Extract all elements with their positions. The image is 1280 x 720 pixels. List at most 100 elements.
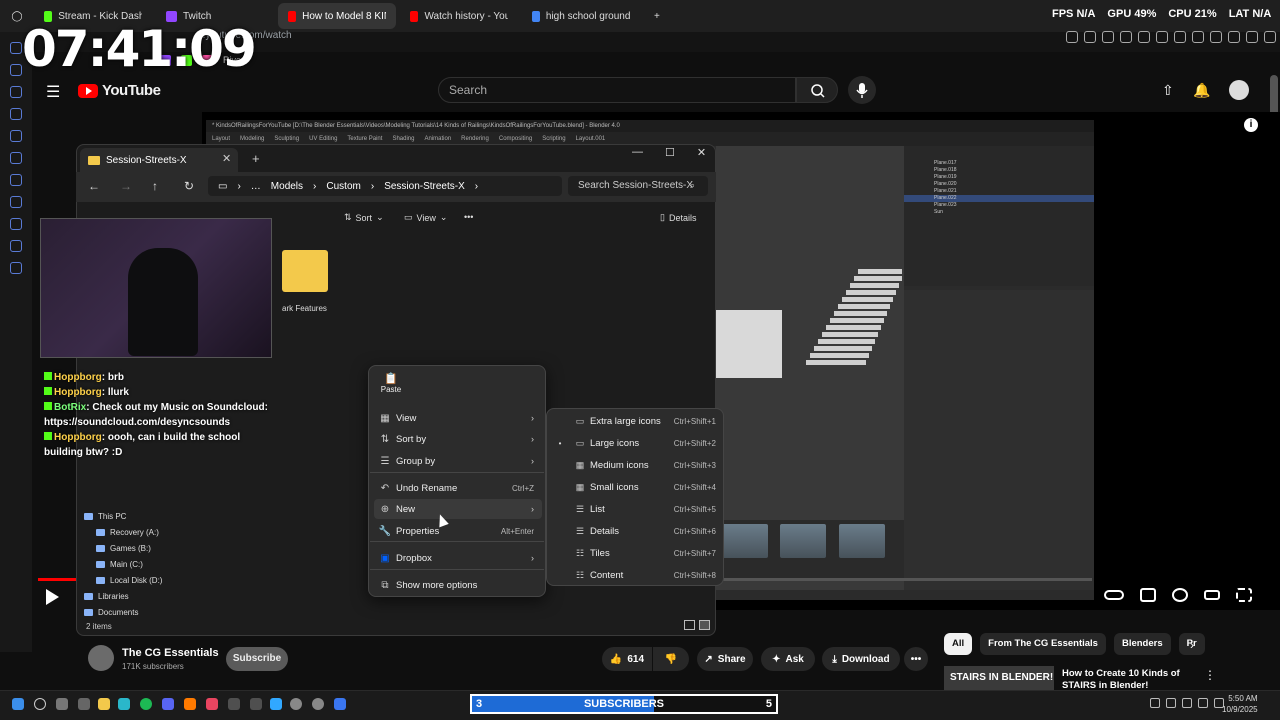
extension-icon[interactable] (1174, 31, 1186, 43)
maximize-icon[interactable]: ☐ (665, 146, 675, 159)
view-option[interactable]: ☰ Details Ctrl+Shift+6 (550, 521, 720, 541)
browser-tab[interactable]: Watch history - YouTube (400, 3, 518, 29)
volume-icon[interactable] (1198, 698, 1208, 708)
tray-icon[interactable] (1150, 698, 1160, 708)
extension-icon[interactable] (1066, 31, 1078, 43)
rail-icon[interactable] (10, 108, 22, 120)
search-button[interactable] (796, 77, 838, 103)
app-icon[interactable] (290, 698, 302, 710)
minimize-icon[interactable]: — (632, 146, 643, 159)
more-actions-button[interactable]: ••• (904, 647, 928, 671)
extension-icon[interactable] (1084, 31, 1096, 43)
extension-icon[interactable] (1156, 31, 1168, 43)
app-icon[interactable] (312, 698, 324, 710)
app-icon[interactable] (118, 698, 130, 710)
captions-icon[interactable] (1140, 588, 1156, 602)
folder-label[interactable]: ark Features (282, 304, 327, 313)
subscribe-button[interactable]: Subscribe (226, 647, 288, 671)
sidebar-item[interactable]: Games (B:) (84, 540, 174, 556)
rail-icon[interactable] (10, 86, 22, 98)
tray-icon[interactable] (1166, 698, 1176, 708)
breadcrumb[interactable]: ▭ › … Models › Custom › Session-Streets-… (208, 176, 562, 196)
sidebar-item[interactable]: Libraries (84, 588, 174, 604)
sort-button[interactable]: ⇅ Sort ⌄ (344, 212, 384, 223)
windows-start-icon[interactable] (12, 698, 24, 710)
voice-search-button[interactable] (848, 76, 876, 104)
extension-icon[interactable] (1264, 31, 1276, 43)
view-option[interactable]: ▦ Medium icons Ctrl+Shift+3 (550, 455, 720, 475)
settings-gear-icon[interactable] (1172, 588, 1188, 602)
hamburger-menu-icon[interactable]: ☰ (46, 82, 60, 102)
view-option[interactable]: • ▭ Large icons Ctrl+Shift+2 (550, 433, 720, 453)
like-button[interactable]: 👍 614 (602, 647, 652, 671)
sidebar-item[interactable]: This PC (84, 508, 174, 524)
close-tab-icon[interactable]: ✕ (222, 152, 231, 165)
photoshop-icon[interactable] (270, 698, 282, 710)
extension-icon[interactable] (1138, 31, 1150, 43)
extension-icon[interactable] (1102, 31, 1114, 43)
up-icon[interactable]: ↑ (152, 179, 158, 193)
folder-icon[interactable] (282, 250, 328, 292)
details-pane-button[interactable]: ▯ Details (660, 212, 696, 223)
more-options-button[interactable]: ••• (464, 212, 473, 222)
discord-icon[interactable] (162, 698, 174, 710)
browser-tab[interactable]: How to Model 8 KINDS O (278, 3, 396, 29)
breadcrumb-models[interactable]: Models (271, 181, 303, 192)
rail-icon[interactable] (10, 64, 22, 76)
filter-chip[interactable]: From The CG Essentials (980, 633, 1106, 655)
app-icon[interactable] (206, 698, 218, 710)
extension-icon[interactable] (1210, 31, 1222, 43)
view-option[interactable]: ▦ Small icons Ctrl+Shift+4 (550, 477, 720, 497)
avatar[interactable] (1229, 80, 1249, 100)
video-info-icon[interactable]: i (1244, 118, 1258, 132)
app-icon[interactable] (334, 698, 346, 710)
app-icon[interactable] (250, 698, 262, 710)
sidebar-item[interactable]: Local Disk (D:) (84, 572, 174, 588)
new-tab-button[interactable]: + (644, 3, 670, 29)
rail-icon[interactable] (10, 130, 22, 142)
channel-name[interactable]: The CG Essentials (122, 647, 219, 659)
rail-icon[interactable] (10, 262, 22, 274)
youtube-search-input[interactable]: Search (438, 77, 796, 103)
notifications-icon[interactable]: 🔔 (1193, 82, 1210, 99)
channel-avatar[interactable] (88, 645, 114, 671)
context-menu-item[interactable]: ↶ Undo Rename Ctrl+Z (374, 478, 542, 498)
forward-icon[interactable]: → (120, 179, 132, 193)
rail-icon[interactable] (10, 42, 22, 54)
rail-icon[interactable] (10, 218, 22, 230)
task-view-icon[interactable] (56, 698, 68, 710)
paste-button[interactable]: 📋 Paste (380, 372, 402, 394)
view-button[interactable]: ▭ View ⌄ (404, 212, 447, 223)
back-icon[interactable]: ← (88, 179, 100, 193)
system-clock[interactable]: 5:50 AM 10/9/2025 (1222, 693, 1258, 715)
autoplay-toggle[interactable] (1104, 590, 1124, 600)
details-view-icon[interactable] (684, 620, 695, 630)
view-option[interactable]: ☰ List Ctrl+Shift+5 (550, 499, 720, 519)
kebab-menu-icon[interactable]: ⋮ (1204, 668, 1216, 682)
view-option[interactable]: ▭ Extra large icons Ctrl+Shift+1 (550, 411, 720, 431)
app-icon[interactable] (228, 698, 240, 710)
context-menu-item[interactable]: ▣ Dropbox › (374, 548, 542, 568)
app-icon[interactable] (184, 698, 196, 710)
context-menu-item[interactable]: ☰ Group by › (374, 451, 542, 471)
close-window-icon[interactable]: ✕ (697, 146, 706, 159)
explorer-tab[interactable]: Session-Streets-X (80, 148, 238, 172)
rail-icon[interactable] (10, 152, 22, 164)
extension-icon[interactable] (1228, 31, 1240, 43)
context-menu-item[interactable]: ⧉ Show more options (374, 575, 542, 595)
sidebar-item[interactable]: Recovery (A:) (84, 524, 174, 540)
search-icon[interactable] (34, 698, 46, 710)
filter-chip[interactable]: Blenders (1113, 633, 1171, 655)
context-menu-item[interactable]: ▦ View › (374, 408, 542, 428)
context-menu-item[interactable]: ⇅ Sort by › (374, 429, 542, 449)
explorer-new-tab-button[interactable]: + (252, 151, 260, 166)
fullscreen-icon[interactable] (1236, 588, 1252, 602)
rail-icon[interactable] (10, 174, 22, 186)
view-option[interactable]: ☷ Content Ctrl+Shift+8 (550, 565, 720, 585)
refresh-icon[interactable]: ↻ (184, 179, 194, 193)
sidebar-item[interactable]: Main (C:) (84, 556, 174, 572)
context-menu-item[interactable]: ⊕ New › (374, 499, 542, 519)
upload-icon[interactable]: ⇧ (1162, 82, 1174, 99)
breadcrumb-custom[interactable]: Custom (326, 181, 360, 192)
browser-tab[interactable]: high school grounds - Goo (522, 3, 640, 29)
